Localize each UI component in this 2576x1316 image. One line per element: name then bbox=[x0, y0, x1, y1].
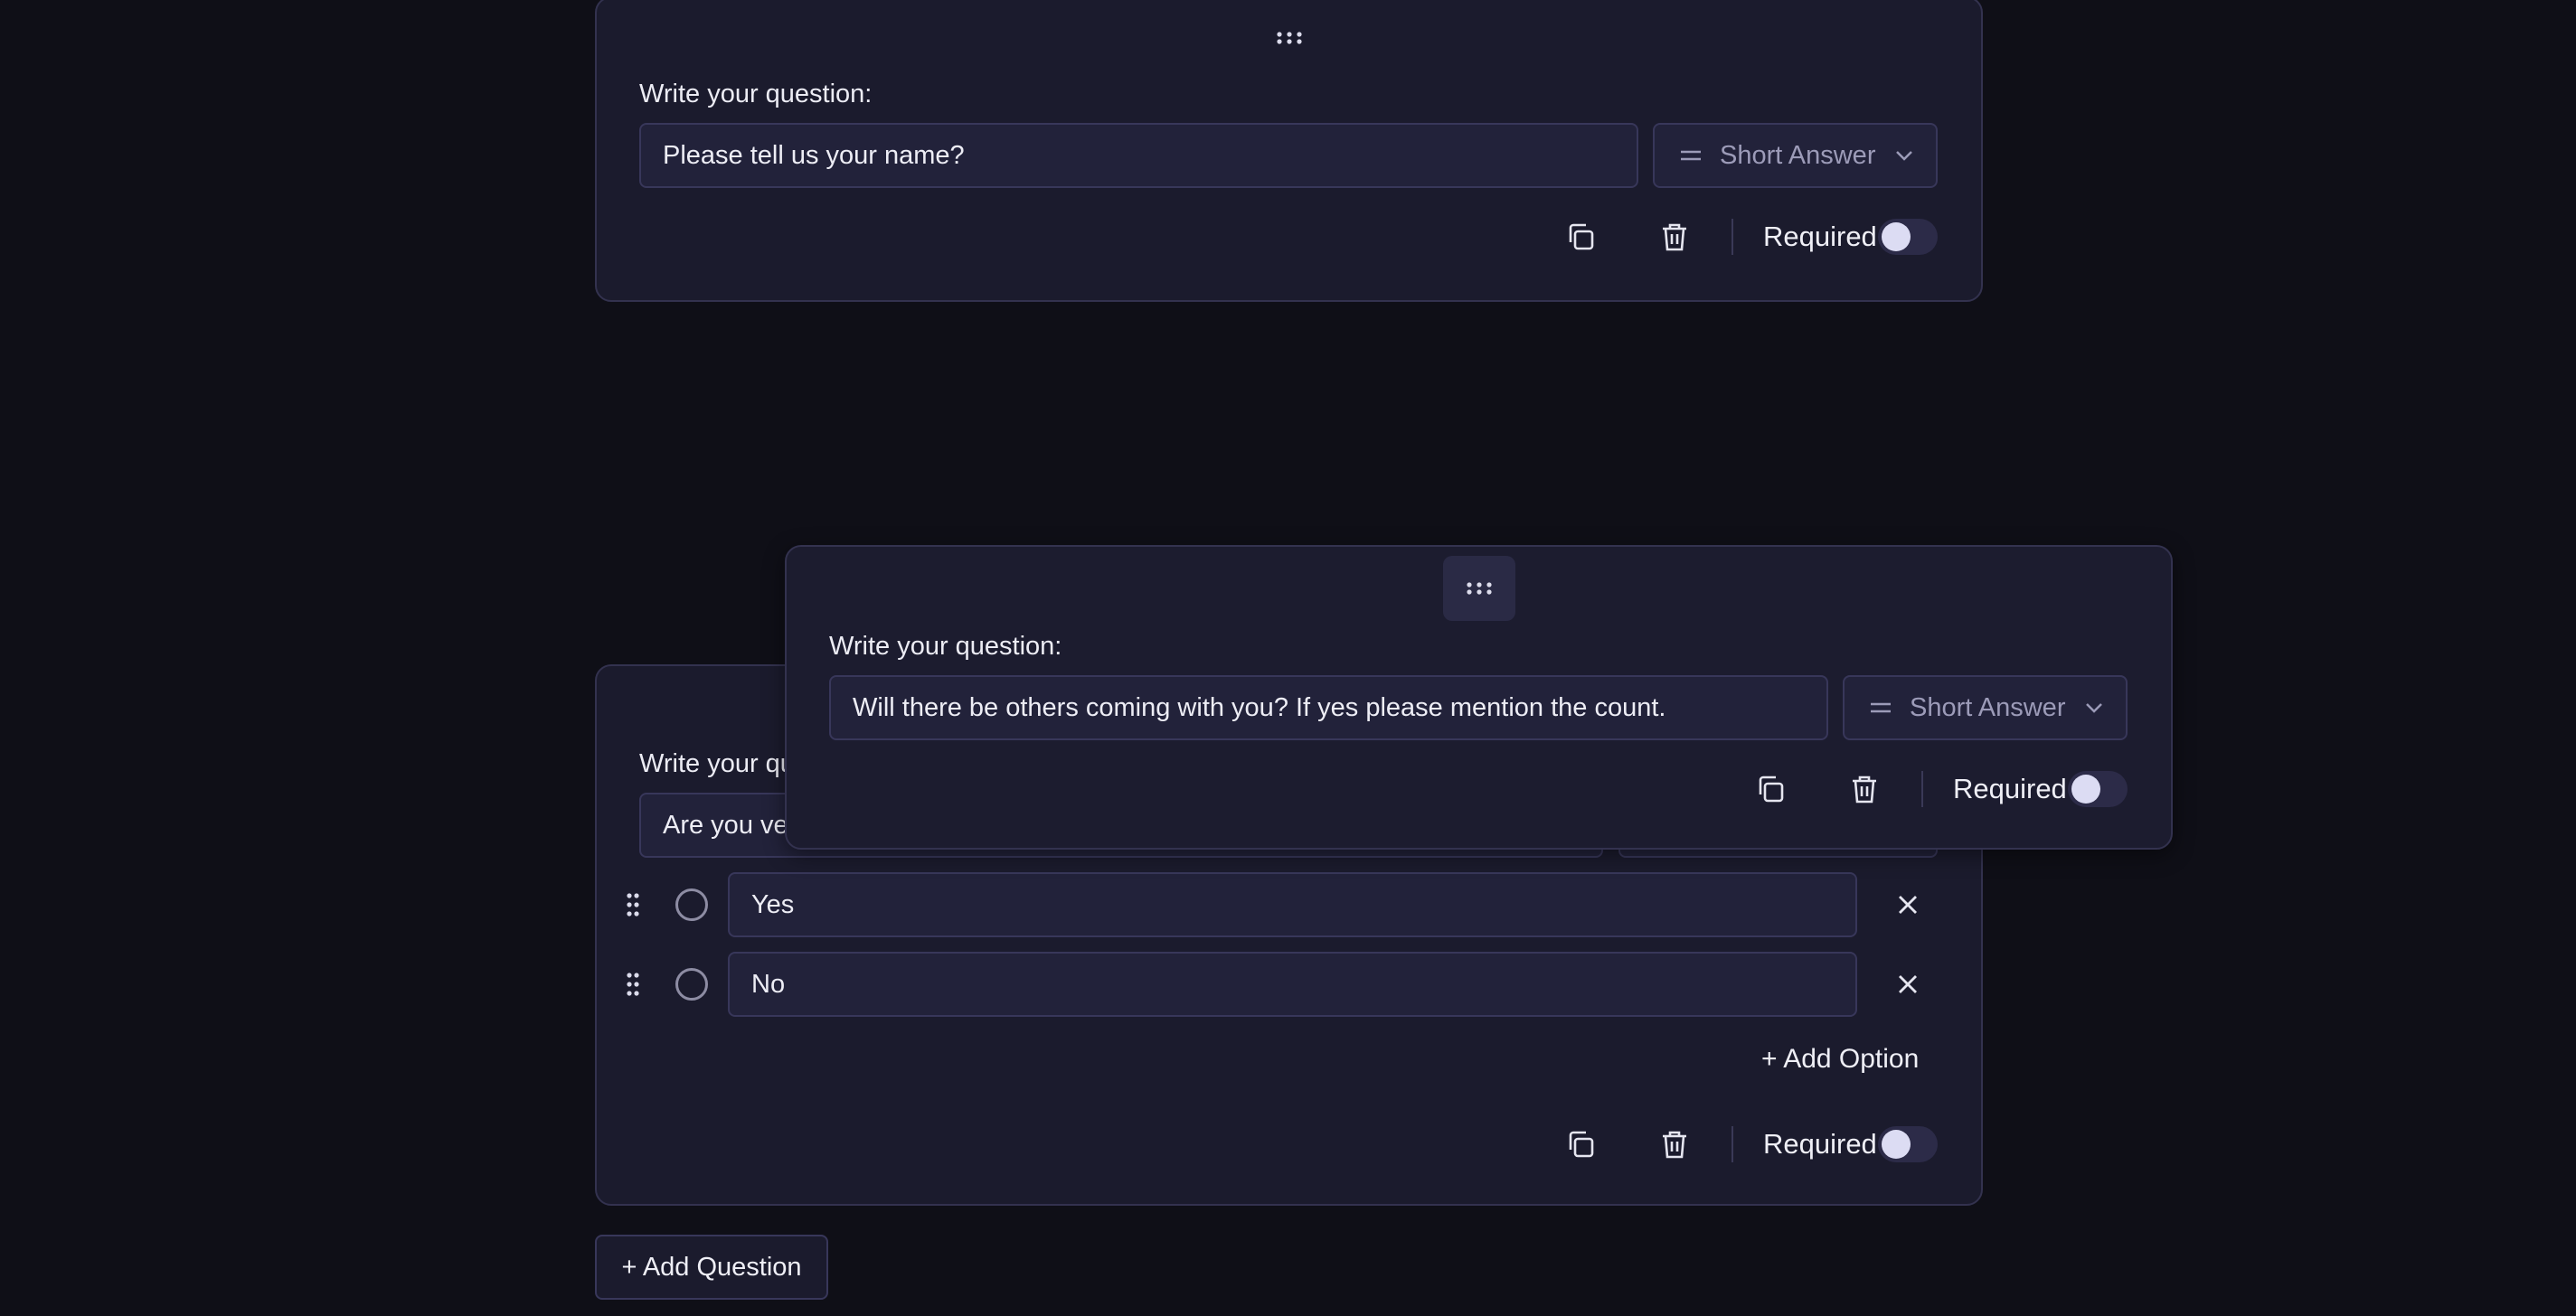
trash-icon[interactable] bbox=[1651, 213, 1698, 260]
required-label: Required bbox=[1763, 221, 1877, 252]
question-card-1: Write your question: Please tell us your… bbox=[595, 0, 1983, 302]
option-input[interactable]: No bbox=[728, 952, 1857, 1017]
question-type-select[interactable]: Short Answer bbox=[1843, 675, 2128, 740]
grip-vertical-icon[interactable] bbox=[622, 888, 644, 921]
close-icon[interactable] bbox=[1890, 966, 1926, 1002]
add-option-button[interactable]: + Add Option bbox=[1761, 1044, 1919, 1075]
dragging-question-card[interactable]: Write your question: Will there be other… bbox=[785, 545, 2173, 850]
required-label: Required bbox=[1763, 1128, 1877, 1160]
copy-icon[interactable] bbox=[1557, 213, 1604, 260]
option-input[interactable]: Yes bbox=[728, 872, 1857, 937]
divider bbox=[1921, 771, 1923, 807]
chevron-down-icon bbox=[2085, 702, 2103, 713]
divider bbox=[1731, 219, 1733, 255]
question-input[interactable]: Please tell us your name? bbox=[639, 123, 1638, 188]
required-toggle[interactable] bbox=[2068, 771, 2128, 807]
copy-icon[interactable] bbox=[1747, 766, 1794, 813]
trash-icon[interactable] bbox=[1841, 766, 1888, 813]
question-type-value: Short Answer bbox=[1910, 692, 2066, 722]
copy-icon[interactable] bbox=[1557, 1121, 1604, 1168]
required-toggle[interactable] bbox=[1878, 219, 1938, 255]
required-label: Required bbox=[1953, 773, 2067, 804]
drag-handle-icon[interactable] bbox=[1443, 556, 1515, 621]
equals-icon bbox=[1870, 701, 1892, 714]
drag-handle-icon[interactable] bbox=[1253, 5, 1326, 70]
required-toggle[interactable] bbox=[1878, 1126, 1938, 1162]
trash-icon[interactable] bbox=[1651, 1121, 1698, 1168]
option-radio[interactable] bbox=[675, 968, 708, 1001]
grip-vertical-icon[interactable] bbox=[622, 968, 644, 1001]
question-label: Write your question: bbox=[639, 80, 873, 108]
question-type-select[interactable]: Short Answer bbox=[1653, 123, 1938, 188]
question-label: Write your question: bbox=[829, 632, 1062, 661]
equals-icon bbox=[1680, 149, 1702, 162]
close-icon[interactable] bbox=[1890, 887, 1926, 923]
question-input[interactable]: Will there be others coming with you? If… bbox=[829, 675, 1828, 740]
question-type-value: Short Answer bbox=[1720, 140, 1876, 170]
option-radio[interactable] bbox=[675, 888, 708, 921]
divider bbox=[1731, 1126, 1733, 1162]
chevron-down-icon bbox=[1895, 150, 1913, 161]
add-question-button[interactable]: + Add Question bbox=[595, 1235, 828, 1300]
